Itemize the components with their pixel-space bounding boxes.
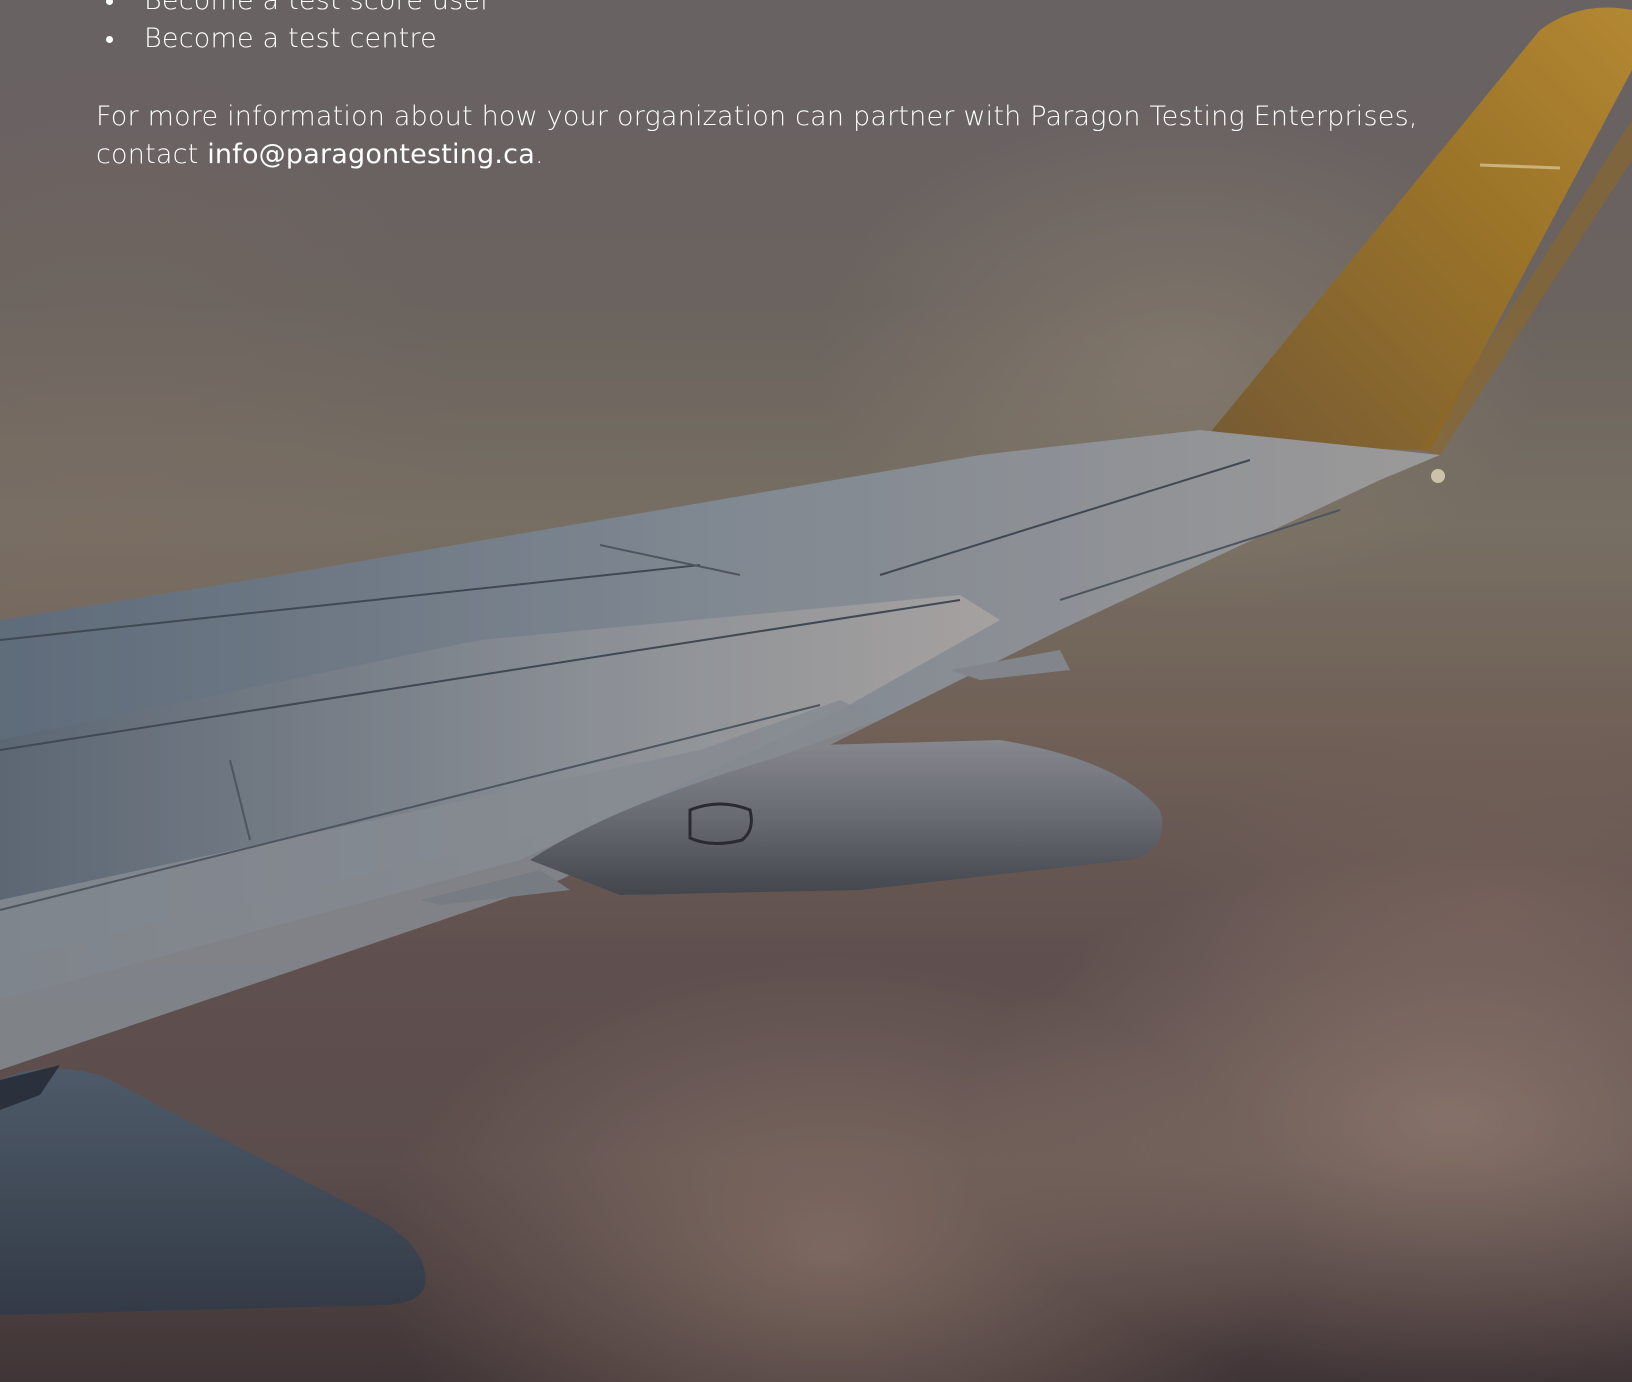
list-item: Become a test score user [96,0,1516,20]
contact-paragraph: For more information about how your orga… [96,98,1476,174]
dark-overlay [0,0,1632,1382]
options-list: Become a test score user Become a test c… [96,0,1516,58]
list-item-label: Become a test centre [144,23,437,54]
list-item-label: Become a test score user [144,0,492,16]
email-link[interactable]: info@paragontesting.ca [207,139,535,170]
contact-suffix: . [534,139,544,170]
bullet-icon [106,36,113,43]
page: Become a test score user Become a test c… [0,0,1632,1382]
list-item: Become a test centre [96,20,1516,58]
partner-info-section: Become a test score user Become a test c… [96,0,1516,174]
bullet-icon [106,0,113,5]
